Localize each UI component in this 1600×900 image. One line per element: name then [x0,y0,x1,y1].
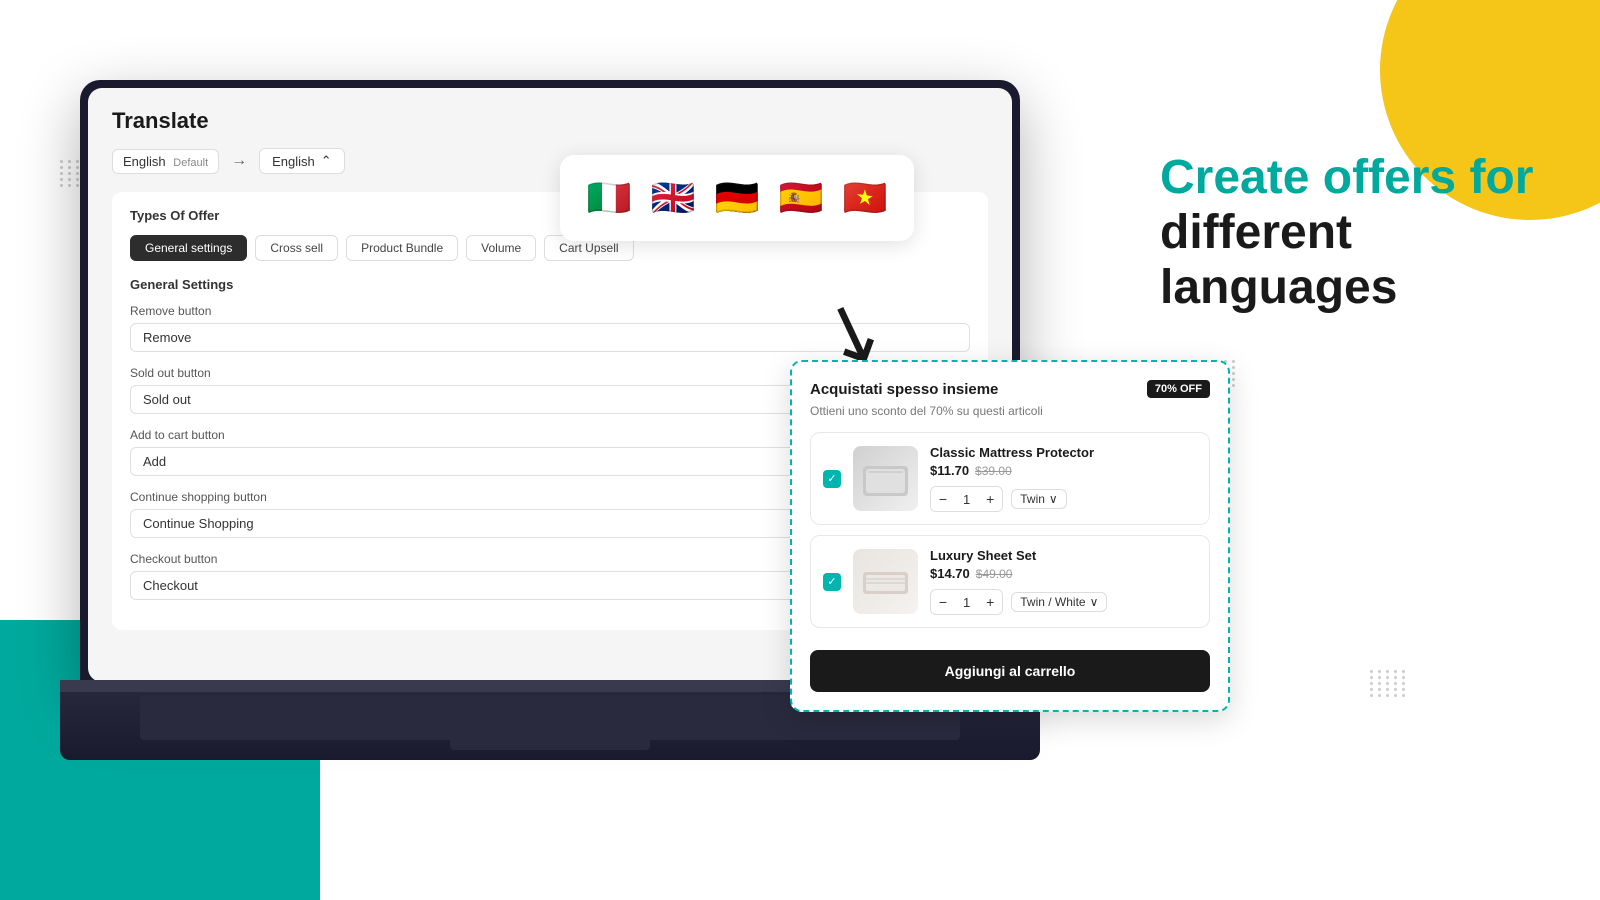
product-1-qty-plus[interactable]: + [978,487,1002,511]
tab-volume[interactable]: Volume [466,235,536,261]
product-2-qty-plus[interactable]: + [978,590,1002,614]
product-2-name: Luxury Sheet Set [930,548,1197,563]
product-2-variant[interactable]: Twin / White ∨ [1011,592,1107,612]
product-2-info: Luxury Sheet Set $14.70 $49.00 − 1 + Twi… [930,548,1197,615]
headline-line3: languages [1160,261,1397,314]
product-2-prices: $14.70 $49.00 [930,566,1197,581]
laptop-touchpad [450,730,650,750]
source-lang-label: English Default [112,149,219,174]
product-2-qty[interactable]: − 1 + [930,589,1003,615]
product-2-checkbox[interactable] [823,573,841,591]
product-2-qty-minus[interactable]: − [931,590,955,614]
product-1-qty-minus[interactable]: − [931,487,955,511]
product-1-qty[interactable]: − 1 + [930,486,1003,512]
product-2-image [853,549,918,614]
product-widget: Acquistati spesso insieme 70% OFF Ottien… [790,360,1230,712]
product-card-2: Luxury Sheet Set $14.70 $49.00 − 1 + Twi… [810,535,1210,628]
add-to-cart-button[interactable]: Aggiungi al carrello [810,650,1210,692]
product-1-name: Classic Mattress Protector [930,445,1197,460]
app-title: Translate [112,108,988,134]
headline: Create offers for different languages [1160,150,1540,316]
tab-cross-sell[interactable]: Cross sell [255,235,338,261]
discount-badge: 70% OFF [1147,380,1210,398]
headline-line1: Create offers for [1160,151,1533,204]
flag-germany[interactable]: 🇩🇪 [712,173,762,223]
product-1-controls: − 1 + Twin ∨ [930,486,1197,512]
product-2-controls: − 1 + Twin / White ∨ [930,589,1197,615]
target-lang-select[interactable]: English ⌃ [259,148,345,174]
product-card-1: Classic Mattress Protector $11.70 $39.00… [810,432,1210,525]
widget-header: Acquistati spesso insieme 70% OFF [810,380,1210,398]
product-1-image [853,446,918,511]
flag-uk[interactable]: 🇬🇧 [648,173,698,223]
widget-title: Acquistati spesso insieme [810,381,998,398]
product-1-info: Classic Mattress Protector $11.70 $39.00… [930,445,1197,512]
product-1-qty-value: 1 [955,492,978,507]
product-2-price: $14.70 [930,566,970,581]
dots-bottom-right [1370,670,1400,700]
right-panel: Create offers for different languages [1160,150,1540,316]
flags-panel: 🇮🇹 🇬🇧 🇩🇪 🇪🇸 🇻🇳 [560,155,914,241]
product-2-original-price: $49.00 [976,567,1013,581]
product-1-price: $11.70 [930,463,969,478]
product-1-original-price: $39.00 [975,464,1012,478]
tab-general-settings[interactable]: General settings [130,235,247,261]
product-1-variant[interactable]: Twin ∨ [1011,489,1066,509]
flag-spain[interactable]: 🇪🇸 [776,173,826,223]
widget-subtitle: Ottieni uno sconto del 70% su questi art… [810,404,1210,418]
product-1-prices: $11.70 $39.00 [930,463,1197,478]
flag-italy[interactable]: 🇮🇹 [584,173,634,223]
product-1-checkbox[interactable] [823,470,841,488]
lang-arrow: → [231,152,247,170]
flag-vietnam[interactable]: 🇻🇳 [840,173,890,223]
tab-product-bundle[interactable]: Product Bundle [346,235,458,261]
headline-line2: different [1160,206,1352,259]
product-2-qty-value: 1 [955,595,978,610]
